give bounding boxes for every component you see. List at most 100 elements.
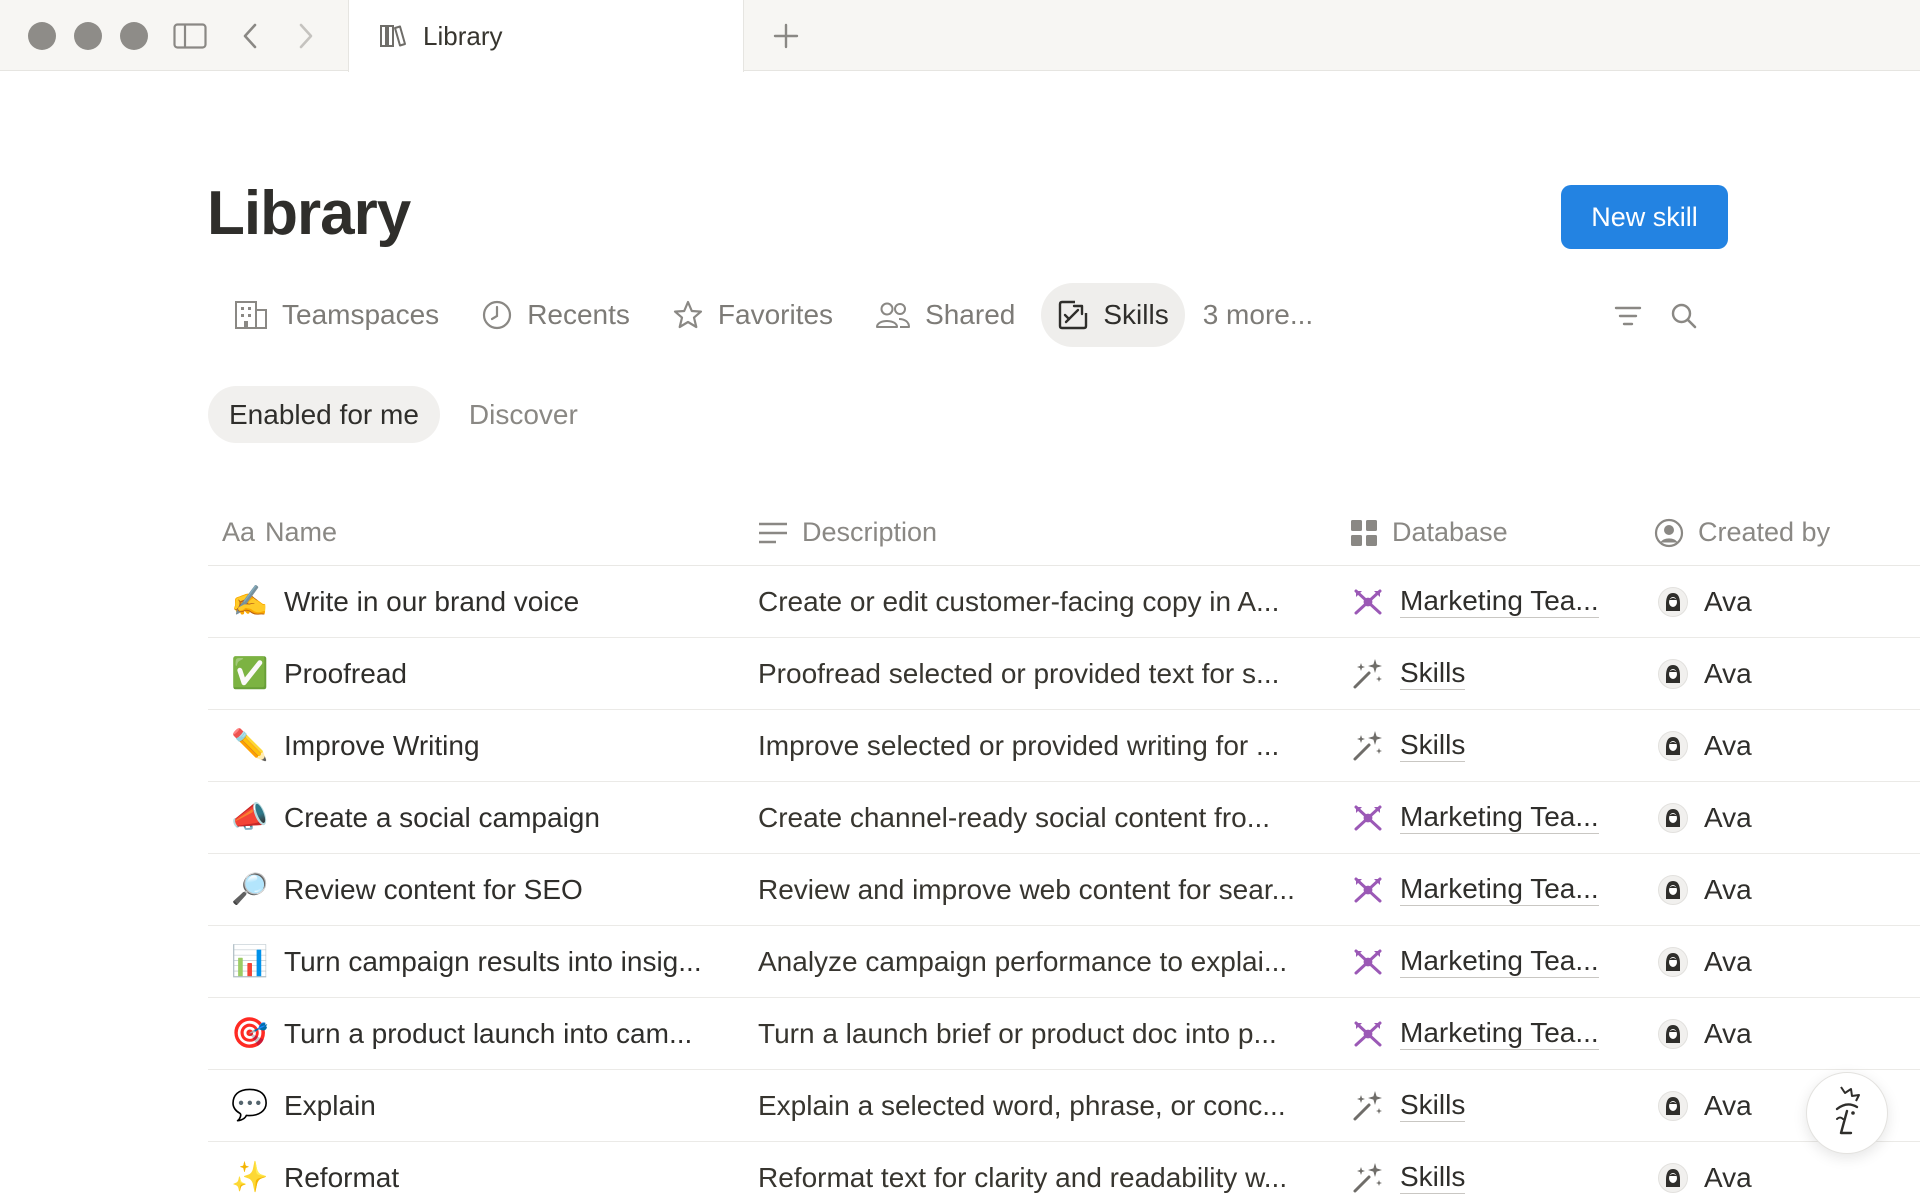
row-description: Create channel-ready social content fro.… <box>758 801 1271 833</box>
help-assistant-button[interactable] <box>1806 1072 1888 1154</box>
skills-icon <box>1059 300 1088 330</box>
column-header-description[interactable]: Description <box>758 517 1350 548</box>
new-skill-button[interactable]: New skill <box>1561 185 1728 249</box>
tab-recents[interactable]: Recents <box>465 283 646 347</box>
search-button[interactable] <box>1664 296 1704 336</box>
people-icon <box>876 302 911 328</box>
avatar <box>1658 658 1688 689</box>
row-created-by-cell[interactable]: Ava <box>1654 874 1920 906</box>
row-name-cell[interactable]: 🔎 Review content for SEO <box>208 872 758 908</box>
row-emoji-icon: 🎯 <box>231 1017 269 1050</box>
skills-table: Aa Name Description Database Created by … <box>208 500 1920 1200</box>
row-created-by: Ava <box>1704 1017 1752 1049</box>
tab-favorites[interactable]: Favorites <box>656 283 849 347</box>
table-row[interactable]: 📣 Create a social campaign Create channel-… <box>208 782 1920 854</box>
row-database-cell[interactable]: Marketing Tea... <box>1350 800 1654 836</box>
row-name-cell[interactable]: ✏️ Improve Writing <box>208 728 758 764</box>
row-description-cell[interactable]: Create or edit customer-facing copy in A… <box>758 586 1350 618</box>
row-database-cell[interactable]: Skills <box>1350 728 1654 764</box>
row-database-link[interactable]: Marketing Tea... <box>1400 945 1599 978</box>
row-created-by-cell[interactable]: Ava <box>1654 586 1920 618</box>
column-header-database[interactable]: Database <box>1350 517 1654 548</box>
row-database-link[interactable]: Skills <box>1400 1089 1466 1122</box>
row-emoji-icon: 🔎 <box>231 873 269 906</box>
table-row[interactable]: 🔎 Review content for SEO Review and improv… <box>208 854 1920 926</box>
forward-button[interactable] <box>284 14 328 58</box>
row-created-by-cell[interactable]: Ava <box>1654 946 1920 978</box>
sparkle-wand-icon <box>1350 728 1386 764</box>
row-database-link[interactable]: Marketing Tea... <box>1400 1017 1599 1050</box>
row-description-cell[interactable]: Proofread selected or provided text for … <box>758 658 1350 690</box>
row-name-cell[interactable]: 💬 Explain <box>208 1088 758 1124</box>
row-database-cell[interactable]: Marketing Tea... <box>1350 584 1654 620</box>
row-description-cell[interactable]: Turn a launch brief or product doc into … <box>758 1018 1350 1050</box>
tab-enabled-for-me[interactable]: Enabled for me <box>208 386 440 443</box>
avatar <box>1658 1162 1688 1193</box>
row-name-cell[interactable]: 📊 Turn campaign results into insig... <box>208 944 758 980</box>
row-created-by-cell[interactable]: Ava <box>1654 730 1920 762</box>
row-created-by-cell[interactable]: Ava <box>1654 1162 1920 1194</box>
table-header: Aa Name Description Database Created by <box>208 500 1920 566</box>
row-description-cell[interactable]: Explain a selected word, phrase, or conc… <box>758 1090 1350 1122</box>
more-views-button[interactable]: 3 more... <box>1195 283 1329 347</box>
minimize-window-button[interactable] <box>74 22 102 50</box>
table-row[interactable]: ✍️ Write in our brand voice Create or edit… <box>208 566 1920 638</box>
skill-filter-tabs: Enabled for me Discover <box>208 386 607 443</box>
tab-skills[interactable]: Skills <box>1041 283 1185 347</box>
assistant-face-icon <box>1835 1086 1860 1135</box>
row-name-cell[interactable]: ✅ Proofread <box>208 656 758 692</box>
back-button[interactable] <box>228 14 272 58</box>
zoom-window-button[interactable] <box>120 22 148 50</box>
close-window-button[interactable] <box>28 22 56 50</box>
row-description-cell[interactable]: Create channel-ready social content fro.… <box>758 802 1350 834</box>
row-database-cell[interactable]: Marketing Tea... <box>1350 944 1654 980</box>
column-header-created-by[interactable]: Created by <box>1654 517 1920 548</box>
row-description-cell[interactable]: Review and improve web content for sear.… <box>758 874 1350 906</box>
marketing-icon <box>1350 800 1386 836</box>
row-name-cell[interactable]: 📣 Create a social campaign <box>208 800 758 836</box>
row-database-link[interactable]: Marketing Tea... <box>1400 873 1599 906</box>
table-row[interactable]: ✏️ Improve Writing Improve selected or pro… <box>208 710 1920 782</box>
row-name-cell[interactable]: ✨ Reformat <box>208 1160 758 1196</box>
table-row[interactable]: 📊 Turn campaign results into insig... Anal… <box>208 926 1920 998</box>
more-views-label: 3 more... <box>1202 299 1314 330</box>
tab-title: Library <box>423 20 503 51</box>
row-description-cell[interactable]: Improve selected or provided writing for… <box>758 730 1350 762</box>
table-row[interactable]: 🎯 Turn a product launch into cam... Turn a… <box>208 998 1920 1070</box>
row-database-link[interactable]: Skills <box>1400 1161 1466 1194</box>
avatar <box>1658 586 1688 617</box>
row-database-cell[interactable]: Skills <box>1350 1088 1654 1124</box>
table-row[interactable]: 💬 Explain Explain a selected word, phrase,… <box>208 1070 1920 1142</box>
row-database-cell[interactable]: Skills <box>1350 656 1654 692</box>
tab-shared[interactable]: Shared <box>859 283 1031 347</box>
tab-discover[interactable]: Discover <box>448 386 599 443</box>
row-emoji-icon: ✅ <box>231 657 269 690</box>
table-row[interactable]: ✅ Proofread Proofread selected or provided… <box>208 638 1920 710</box>
filter-button[interactable] <box>1608 296 1648 336</box>
row-database-cell[interactable]: Marketing Tea... <box>1350 1016 1654 1052</box>
text-property-icon: Aa <box>222 517 256 547</box>
table-row[interactable]: ✨ Reformat Reformat text for clarity and r… <box>208 1142 1920 1200</box>
row-name: Turn a product launch into cam... <box>284 1017 693 1049</box>
row-database-cell[interactable]: Marketing Tea... <box>1350 872 1654 908</box>
row-name-cell[interactable]: 🎯 Turn a product launch into cam... <box>208 1016 758 1052</box>
row-description-cell[interactable]: Reformat text for clarity and readabilit… <box>758 1162 1350 1194</box>
row-created-by-cell[interactable]: Ava <box>1654 802 1920 834</box>
row-database-link[interactable]: Skills <box>1400 657 1466 690</box>
new-tab-button[interactable] <box>764 14 808 58</box>
tab-teamspaces[interactable]: Teamspaces <box>218 283 455 347</box>
row-created-by-cell[interactable]: Ava <box>1654 1018 1920 1050</box>
sidebar-toggle-button[interactable] <box>168 14 212 58</box>
row-created-by-cell[interactable]: Ava <box>1654 658 1920 690</box>
row-database-link[interactable]: Skills <box>1400 729 1466 762</box>
row-database-link[interactable]: Marketing Tea... <box>1400 585 1599 618</box>
row-name-cell[interactable]: ✍️ Write in our brand voice <box>208 584 758 620</box>
row-database-cell[interactable]: Skills <box>1350 1160 1654 1196</box>
row-description: Review and improve web content for sear.… <box>758 873 1295 905</box>
row-created-by: Ava <box>1704 873 1752 905</box>
row-description-cell[interactable]: Analyze campaign performance to explai..… <box>758 946 1350 978</box>
row-database-link[interactable]: Marketing Tea... <box>1400 801 1599 834</box>
column-header-name[interactable]: Aa Name <box>208 517 758 548</box>
browser-tab-library[interactable]: Library <box>348 0 744 72</box>
forward-arrow-icon <box>299 23 313 49</box>
